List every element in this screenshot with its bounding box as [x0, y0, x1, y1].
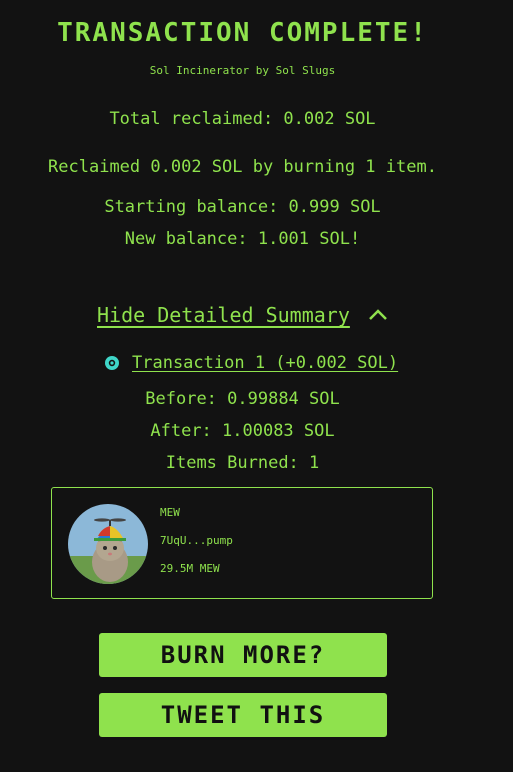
token-name: MEW — [160, 506, 180, 519]
after-balance-text: After: 1.00083 SOL — [150, 421, 335, 441]
total-reclaimed-text: Total reclaimed: 0.002 SOL — [109, 109, 376, 129]
transaction-link[interactable]: Transaction 1 (+0.002 SOL) — [132, 353, 398, 373]
reclaimed-detail-text: Reclaimed 0.002 SOL by burning 1 item. — [48, 157, 437, 177]
page-title: TRANSACTION COMPLETE! — [57, 18, 428, 48]
burn-more-button[interactable]: BURN MORE? — [99, 633, 387, 677]
items-burned-text: Items Burned: 1 — [165, 453, 320, 473]
transaction-row: Transaction 1 (+0.002 SOL) — [104, 351, 398, 375]
token-amount: 29.5M MEW — [160, 562, 220, 575]
tweet-this-button[interactable]: TWEET THIS — [99, 693, 387, 737]
toggle-label[interactable]: Hide Detailed Summary — [97, 303, 350, 327]
token-address: 7UqU...pump — [160, 534, 233, 547]
token-avatar — [68, 504, 148, 584]
before-balance-text: Before: 0.99884 SOL — [145, 389, 340, 409]
starting-balance-text: Starting balance: 0.999 SOL — [104, 197, 381, 217]
page-subtitle: Sol Incinerator by Sol Slugs — [149, 64, 336, 77]
transaction-status-icon — [105, 356, 119, 370]
burned-item-card: MEW 7UqU...pump 29.5M MEW — [51, 487, 433, 599]
new-balance-text: New balance: 1.001 SOL! — [124, 229, 361, 249]
chevron-up-icon[interactable] — [366, 303, 390, 327]
hide-detailed-summary-toggle[interactable]: Hide Detailed Summary — [97, 300, 397, 330]
